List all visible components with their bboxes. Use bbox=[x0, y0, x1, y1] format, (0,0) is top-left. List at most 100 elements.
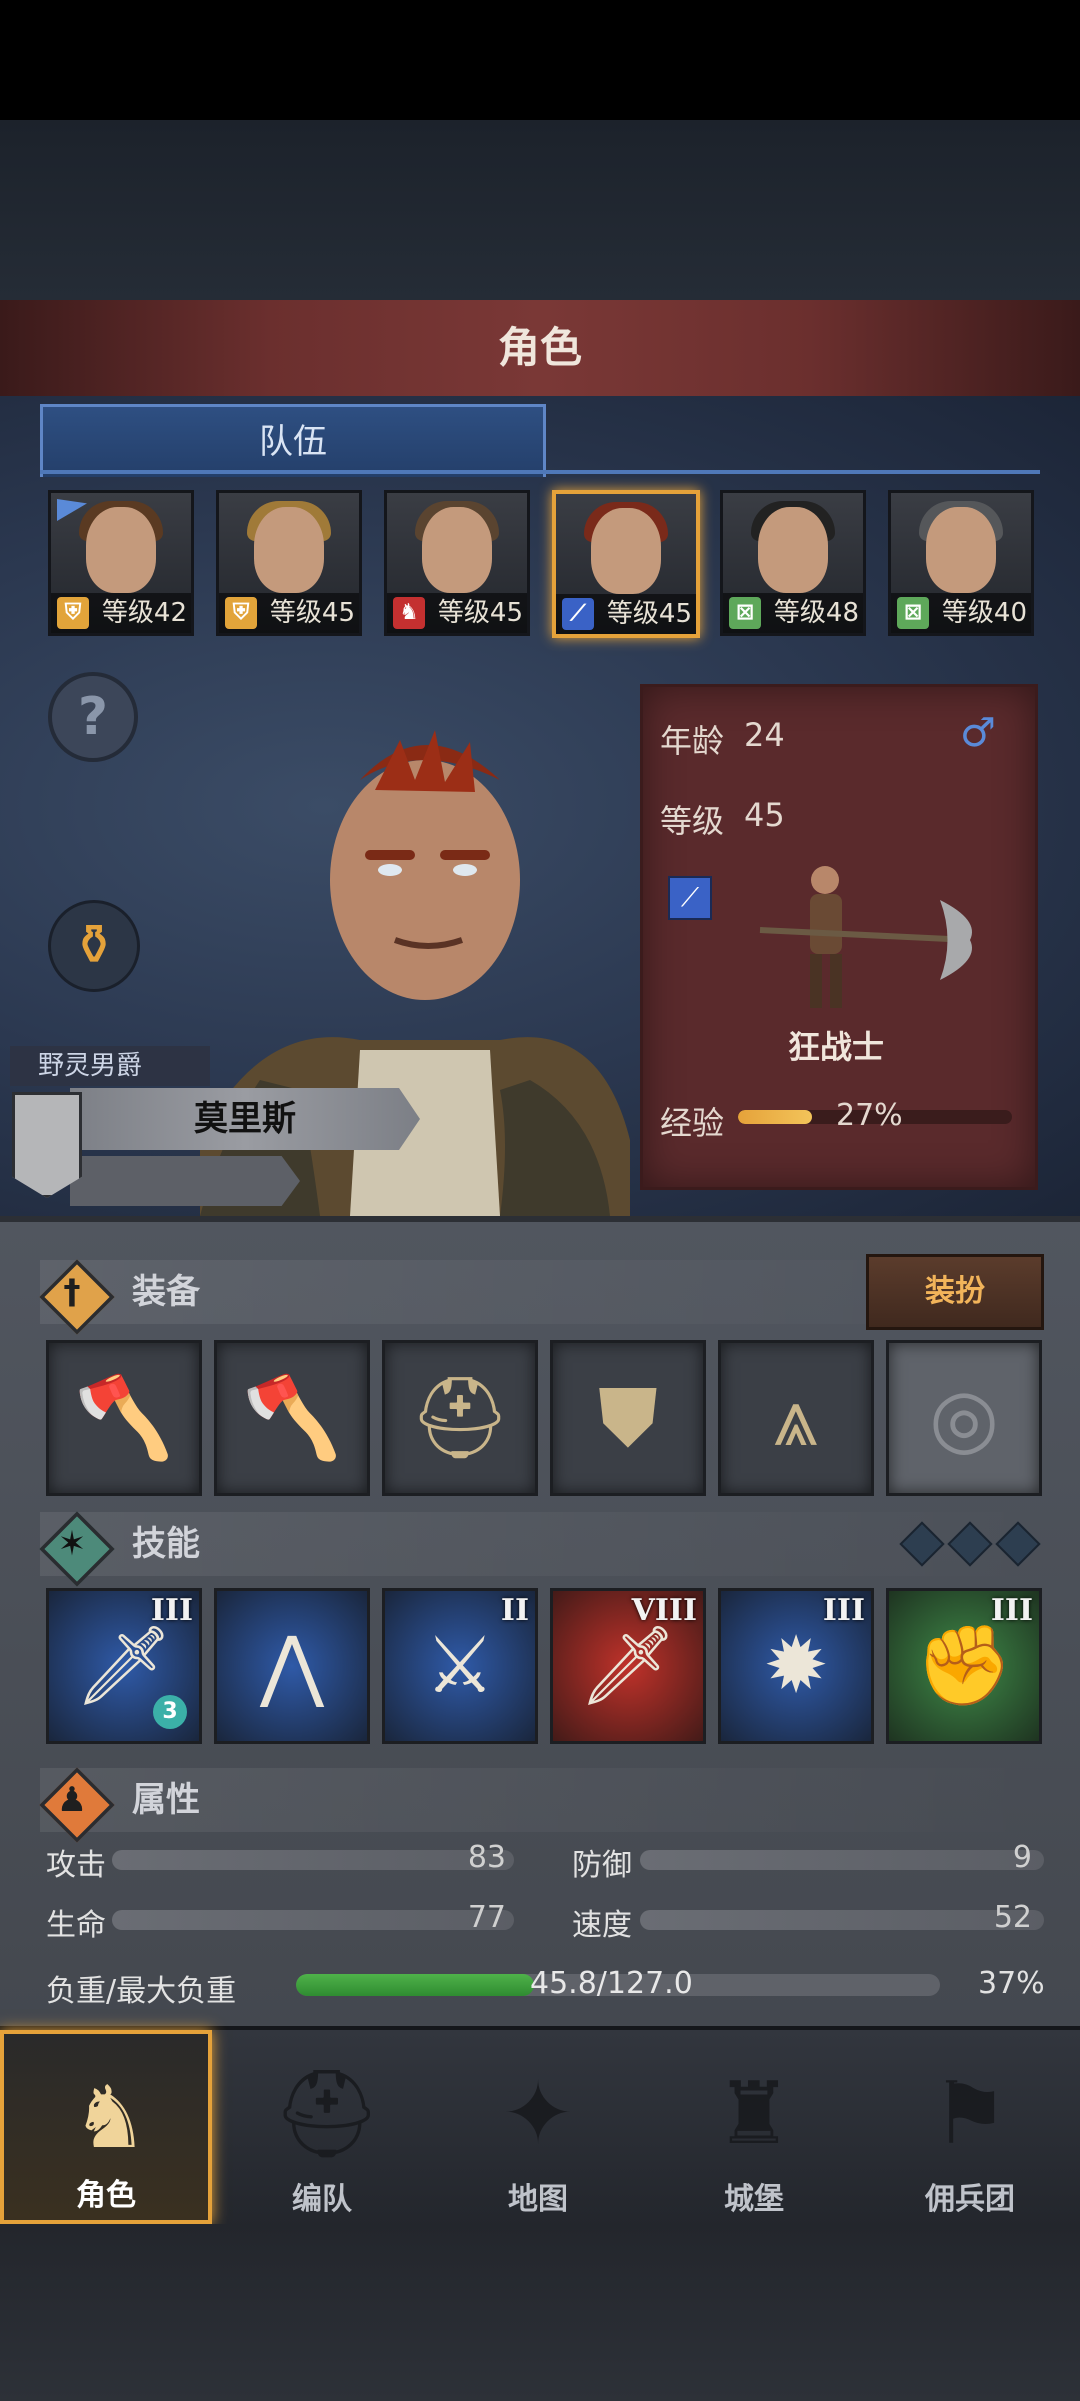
level-label: 等级 bbox=[660, 802, 725, 840]
shield-icon: ⛨ bbox=[57, 597, 89, 629]
skill-slot[interactable]: ✹ III bbox=[718, 1588, 874, 1744]
bottom-background bbox=[0, 2224, 1080, 2401]
compass-icon: ✦ bbox=[501, 2064, 575, 2164]
skill-rank: VIII bbox=[631, 1593, 697, 1628]
exp-bar-fill bbox=[738, 1110, 812, 1124]
nav-item-banner[interactable]: ⚑ 佣兵团 bbox=[864, 2030, 1076, 2224]
defense-label: 防御 bbox=[572, 1848, 632, 1883]
attack-label: 攻击 bbox=[46, 1848, 106, 1883]
class-name: 狂战士 bbox=[788, 1028, 885, 1066]
hp-label: 生命 bbox=[46, 1908, 106, 1943]
nav-label: 编队 bbox=[292, 2182, 352, 2217]
nav-label: 地图 bbox=[508, 2182, 568, 2217]
skill-rank: III bbox=[990, 1593, 1033, 1628]
hp-value: 77 bbox=[467, 1900, 506, 1935]
load-label: 负重/最大负重 bbox=[46, 1974, 237, 2009]
castle-icon: ♜ bbox=[715, 2064, 793, 2164]
equipment-slot[interactable]: 🪓 bbox=[46, 1340, 202, 1496]
nav-label: 佣兵团 bbox=[925, 2182, 1015, 2217]
team-member-portrait[interactable]: 等级45 ⟋ bbox=[552, 490, 700, 638]
sword-icon: ⟋ bbox=[562, 598, 594, 630]
equipment-slot[interactable]: ⛊ bbox=[550, 1340, 706, 1496]
nav-label: 角色 bbox=[76, 2178, 136, 2213]
load-percent: 37% bbox=[978, 1966, 1045, 2001]
knight-icon: ♞ bbox=[71, 2068, 149, 2168]
tab-divider bbox=[40, 470, 1040, 474]
face bbox=[254, 507, 324, 593]
exp-label: 经验 bbox=[660, 1104, 725, 1142]
skill-rank: III bbox=[150, 1593, 193, 1628]
banner-icon: ⚑ bbox=[931, 2064, 1009, 2164]
nav-item-knight[interactable]: ♞ 角色 bbox=[0, 2030, 212, 2224]
armor-icon: ⛊ bbox=[598, 1371, 658, 1464]
skills-header: ✶ 技能 bbox=[39, 1511, 1040, 1587]
exp-percent: 27% bbox=[836, 1098, 903, 1133]
load-value: 45.8/127.0 bbox=[530, 1966, 693, 2001]
face bbox=[591, 508, 661, 594]
title-bar: 角色 bbox=[0, 300, 1080, 400]
speed-label: 速度 bbox=[572, 1908, 632, 1943]
skill-rank: II bbox=[500, 1593, 529, 1628]
team-member-portrait[interactable]: 等级40 ⊠ bbox=[888, 490, 1034, 636]
age-label: 年龄 bbox=[660, 722, 725, 760]
dress-up-button[interactable]: 装扮 bbox=[866, 1254, 1044, 1330]
attack-value: 83 bbox=[467, 1840, 506, 1875]
nav-label: 城堡 bbox=[724, 2182, 784, 2217]
person-icon: ♟ bbox=[56, 1780, 88, 1820]
boots-icon: ⩓ bbox=[773, 1371, 819, 1464]
ring-icon: ◎ bbox=[929, 1371, 999, 1464]
nav-item-helmet[interactable]: ⛑ 编队 bbox=[216, 2030, 428, 2224]
speed-value: 52 bbox=[993, 1900, 1032, 1935]
equipment-title: 装备 bbox=[132, 1272, 200, 1312]
horse-icon: ♞ bbox=[393, 597, 425, 629]
hero-name: 莫里斯 bbox=[70, 1088, 420, 1150]
shield-icon: ⛨ bbox=[225, 597, 257, 629]
helmet-icon: ⛑ bbox=[272, 2064, 382, 2164]
defense-value: 9 bbox=[1012, 1840, 1032, 1875]
attributes-header: ♟ 属性 bbox=[39, 1767, 1040, 1843]
top-background bbox=[0, 120, 1080, 300]
male-icon: ♂ bbox=[960, 710, 996, 756]
face bbox=[758, 507, 828, 593]
face bbox=[422, 507, 492, 593]
face bbox=[926, 507, 996, 593]
class-figure bbox=[759, 866, 972, 1008]
equipment-slot[interactable]: 🪓 bbox=[214, 1340, 370, 1496]
tab-team[interactable]: 队伍 bbox=[40, 404, 546, 477]
hero-crest-icon[interactable] bbox=[12, 1092, 82, 1198]
bow-icon: ⊠ bbox=[897, 597, 929, 629]
skill-stack-badge: 3 bbox=[153, 1695, 187, 1729]
team-member-portrait[interactable]: 等级42 ⛨ bbox=[48, 490, 194, 636]
axe-icon: 🪓 bbox=[242, 1371, 342, 1464]
team-member-portrait[interactable]: 等级45 ♞ bbox=[384, 490, 530, 636]
help-button[interactable]: ? bbox=[48, 672, 138, 762]
skill-slot[interactable]: 🗡 III 3 bbox=[46, 1588, 202, 1744]
load-bar-fill bbox=[296, 1974, 535, 1996]
attributes-title: 属性 bbox=[132, 1780, 200, 1820]
equipment-slot[interactable]: ◎ bbox=[886, 1340, 1042, 1496]
skill-slot[interactable]: ✊ III bbox=[886, 1588, 1042, 1744]
hero-title: 野灵男爵 bbox=[10, 1046, 210, 1086]
skill-rank: III bbox=[822, 1593, 865, 1628]
bow-icon: ⊠ bbox=[729, 597, 761, 629]
sword-icon: ⟋ bbox=[668, 876, 712, 920]
potion-button[interactable]: ⚱ bbox=[48, 900, 140, 992]
face bbox=[86, 507, 156, 593]
team-member-portrait[interactable]: 等级48 ⊠ bbox=[720, 490, 866, 636]
page-title: 角色 bbox=[497, 323, 582, 372]
dagger-icon: † bbox=[63, 1272, 81, 1312]
helmet-icon: ⛑ bbox=[409, 1371, 511, 1464]
axe-icon: 🪓 bbox=[74, 1371, 174, 1464]
equipment-slot[interactable]: ⛑ bbox=[382, 1340, 538, 1496]
name-banner-tail bbox=[70, 1156, 300, 1206]
skill-slot[interactable]: 🗡 VIII bbox=[550, 1588, 706, 1744]
equipment-slot[interactable]: ⩓ bbox=[718, 1340, 874, 1496]
nav-item-compass[interactable]: ✦ 地图 bbox=[432, 2030, 644, 2224]
age-value: 24 bbox=[744, 716, 785, 754]
claw-icon: ⋀ bbox=[260, 1621, 324, 1711]
nav-item-castle[interactable]: ♜ 城堡 bbox=[648, 2030, 860, 2224]
skill-slot[interactable]: ⋀ bbox=[214, 1588, 370, 1744]
team-member-portrait[interactable]: 等级45 ⛨ bbox=[216, 490, 362, 636]
star-icon: ✶ bbox=[57, 1524, 87, 1564]
skill-slot[interactable]: ⚔ II bbox=[382, 1588, 538, 1744]
